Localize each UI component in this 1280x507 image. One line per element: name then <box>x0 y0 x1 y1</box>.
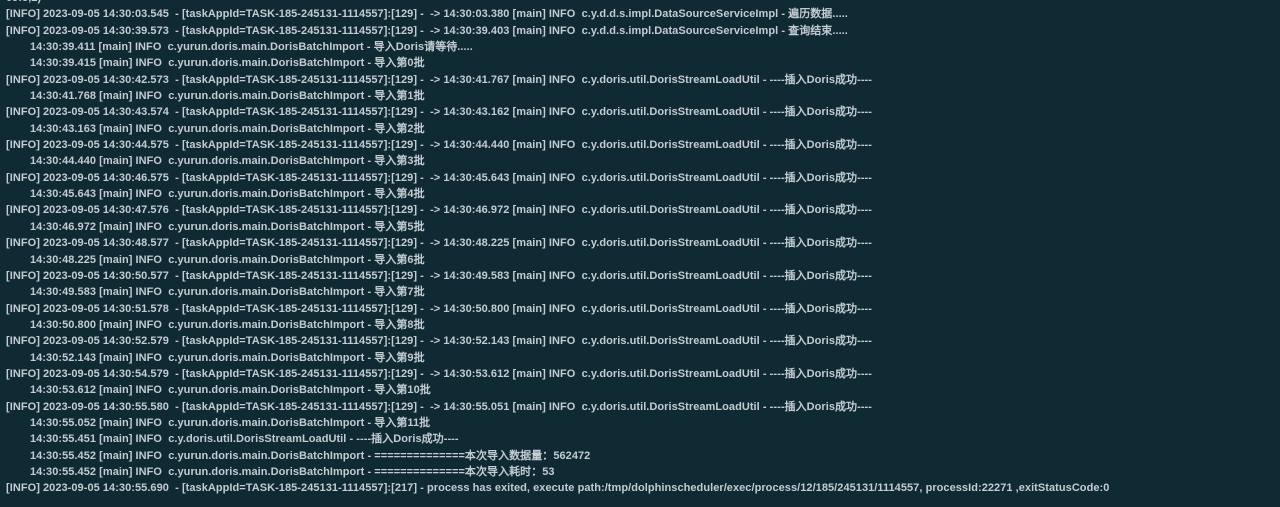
log-line: [INFO] 2023-09-05 14:30:46.575 - [taskAp… <box>6 171 872 184</box>
log-line: 14:30:55.052 [main] INFO c.yurun.doris.m… <box>30 416 431 429</box>
log-line: 14:30:52.143 [main] INFO c.yurun.doris.m… <box>30 351 425 364</box>
log-line: 14:30:45.643 [main] INFO c.yurun.doris.m… <box>30 188 425 201</box>
log-line: 14:30:41.768 [main] INFO c.yurun.doris.m… <box>30 90 425 103</box>
log-line: 14:30:50.800 [main] INFO c.yurun.doris.m… <box>30 318 425 331</box>
log-line: [INFO] 2023-09-05 14:30:44.575 - [taskAp… <box>6 139 872 152</box>
log-line: [INFO] 2023-09-05 14:30:42.573 - [taskAp… <box>6 73 872 86</box>
log-line: [INFO] 2023-09-05 14:30:55.580 - [taskAp… <box>6 400 872 413</box>
log-line: [INFO] 2023-09-05 14:30:39.573 - [taskAp… <box>6 24 848 37</box>
log-line: 14:30:39.415 [main] INFO c.yurun.doris.m… <box>30 57 425 70</box>
log-line: 14:30:53.612 [main] INFO c.yurun.doris.m… <box>30 384 431 397</box>
log-line: [INFO] 2023-09-05 14:30:55.690 - [taskAp… <box>6 482 1110 495</box>
log-line: [INFO] 2023-09-05 14:30:43.574 - [taskAp… <box>6 106 872 119</box>
log-line: [INFO] 2023-09-05 14:30:50.577 - [taskAp… <box>6 269 872 282</box>
log-viewer[interactable]: 09:3,2)[INFO] 2023-09-05 14:30:03.545 - … <box>0 0 1280 507</box>
log-line: 14:30:55.452 [main] INFO c.yurun.doris.m… <box>30 449 591 462</box>
log-line: 14:30:44.440 [main] INFO c.yurun.doris.m… <box>30 155 425 168</box>
log-line: 14:30:46.972 [main] INFO c.yurun.doris.m… <box>30 220 425 233</box>
log-line: 14:30:55.451 [main] INFO c.y.doris.util.… <box>30 433 459 446</box>
log-line: [INFO] 2023-09-05 14:30:03.545 - [taskAp… <box>6 8 848 21</box>
log-line: [INFO] 2023-09-05 14:30:52.579 - [taskAp… <box>6 335 872 348</box>
log-line: [INFO] 2023-09-05 14:30:48.577 - [taskAp… <box>6 237 872 250</box>
log-line: 14:30:39.411 [main] INFO c.yurun.doris.m… <box>30 41 473 54</box>
log-line: 14:30:43.163 [main] INFO c.yurun.doris.m… <box>30 122 425 135</box>
log-lines: 09:3,2)[INFO] 2023-09-05 14:30:03.545 - … <box>6 0 1280 497</box>
log-line: 14:30:48.225 [main] INFO c.yurun.doris.m… <box>30 253 425 266</box>
log-line: 14:30:55.452 [main] INFO c.yurun.doris.m… <box>30 465 555 478</box>
log-line: [INFO] 2023-09-05 14:30:54.579 - [taskAp… <box>6 367 872 380</box>
log-line: [INFO] 2023-09-05 14:30:47.576 - [taskAp… <box>6 204 872 217</box>
log-line: 14:30:49.583 [main] INFO c.yurun.doris.m… <box>30 286 425 299</box>
log-line: [INFO] 2023-09-05 14:30:51.578 - [taskAp… <box>6 302 872 315</box>
